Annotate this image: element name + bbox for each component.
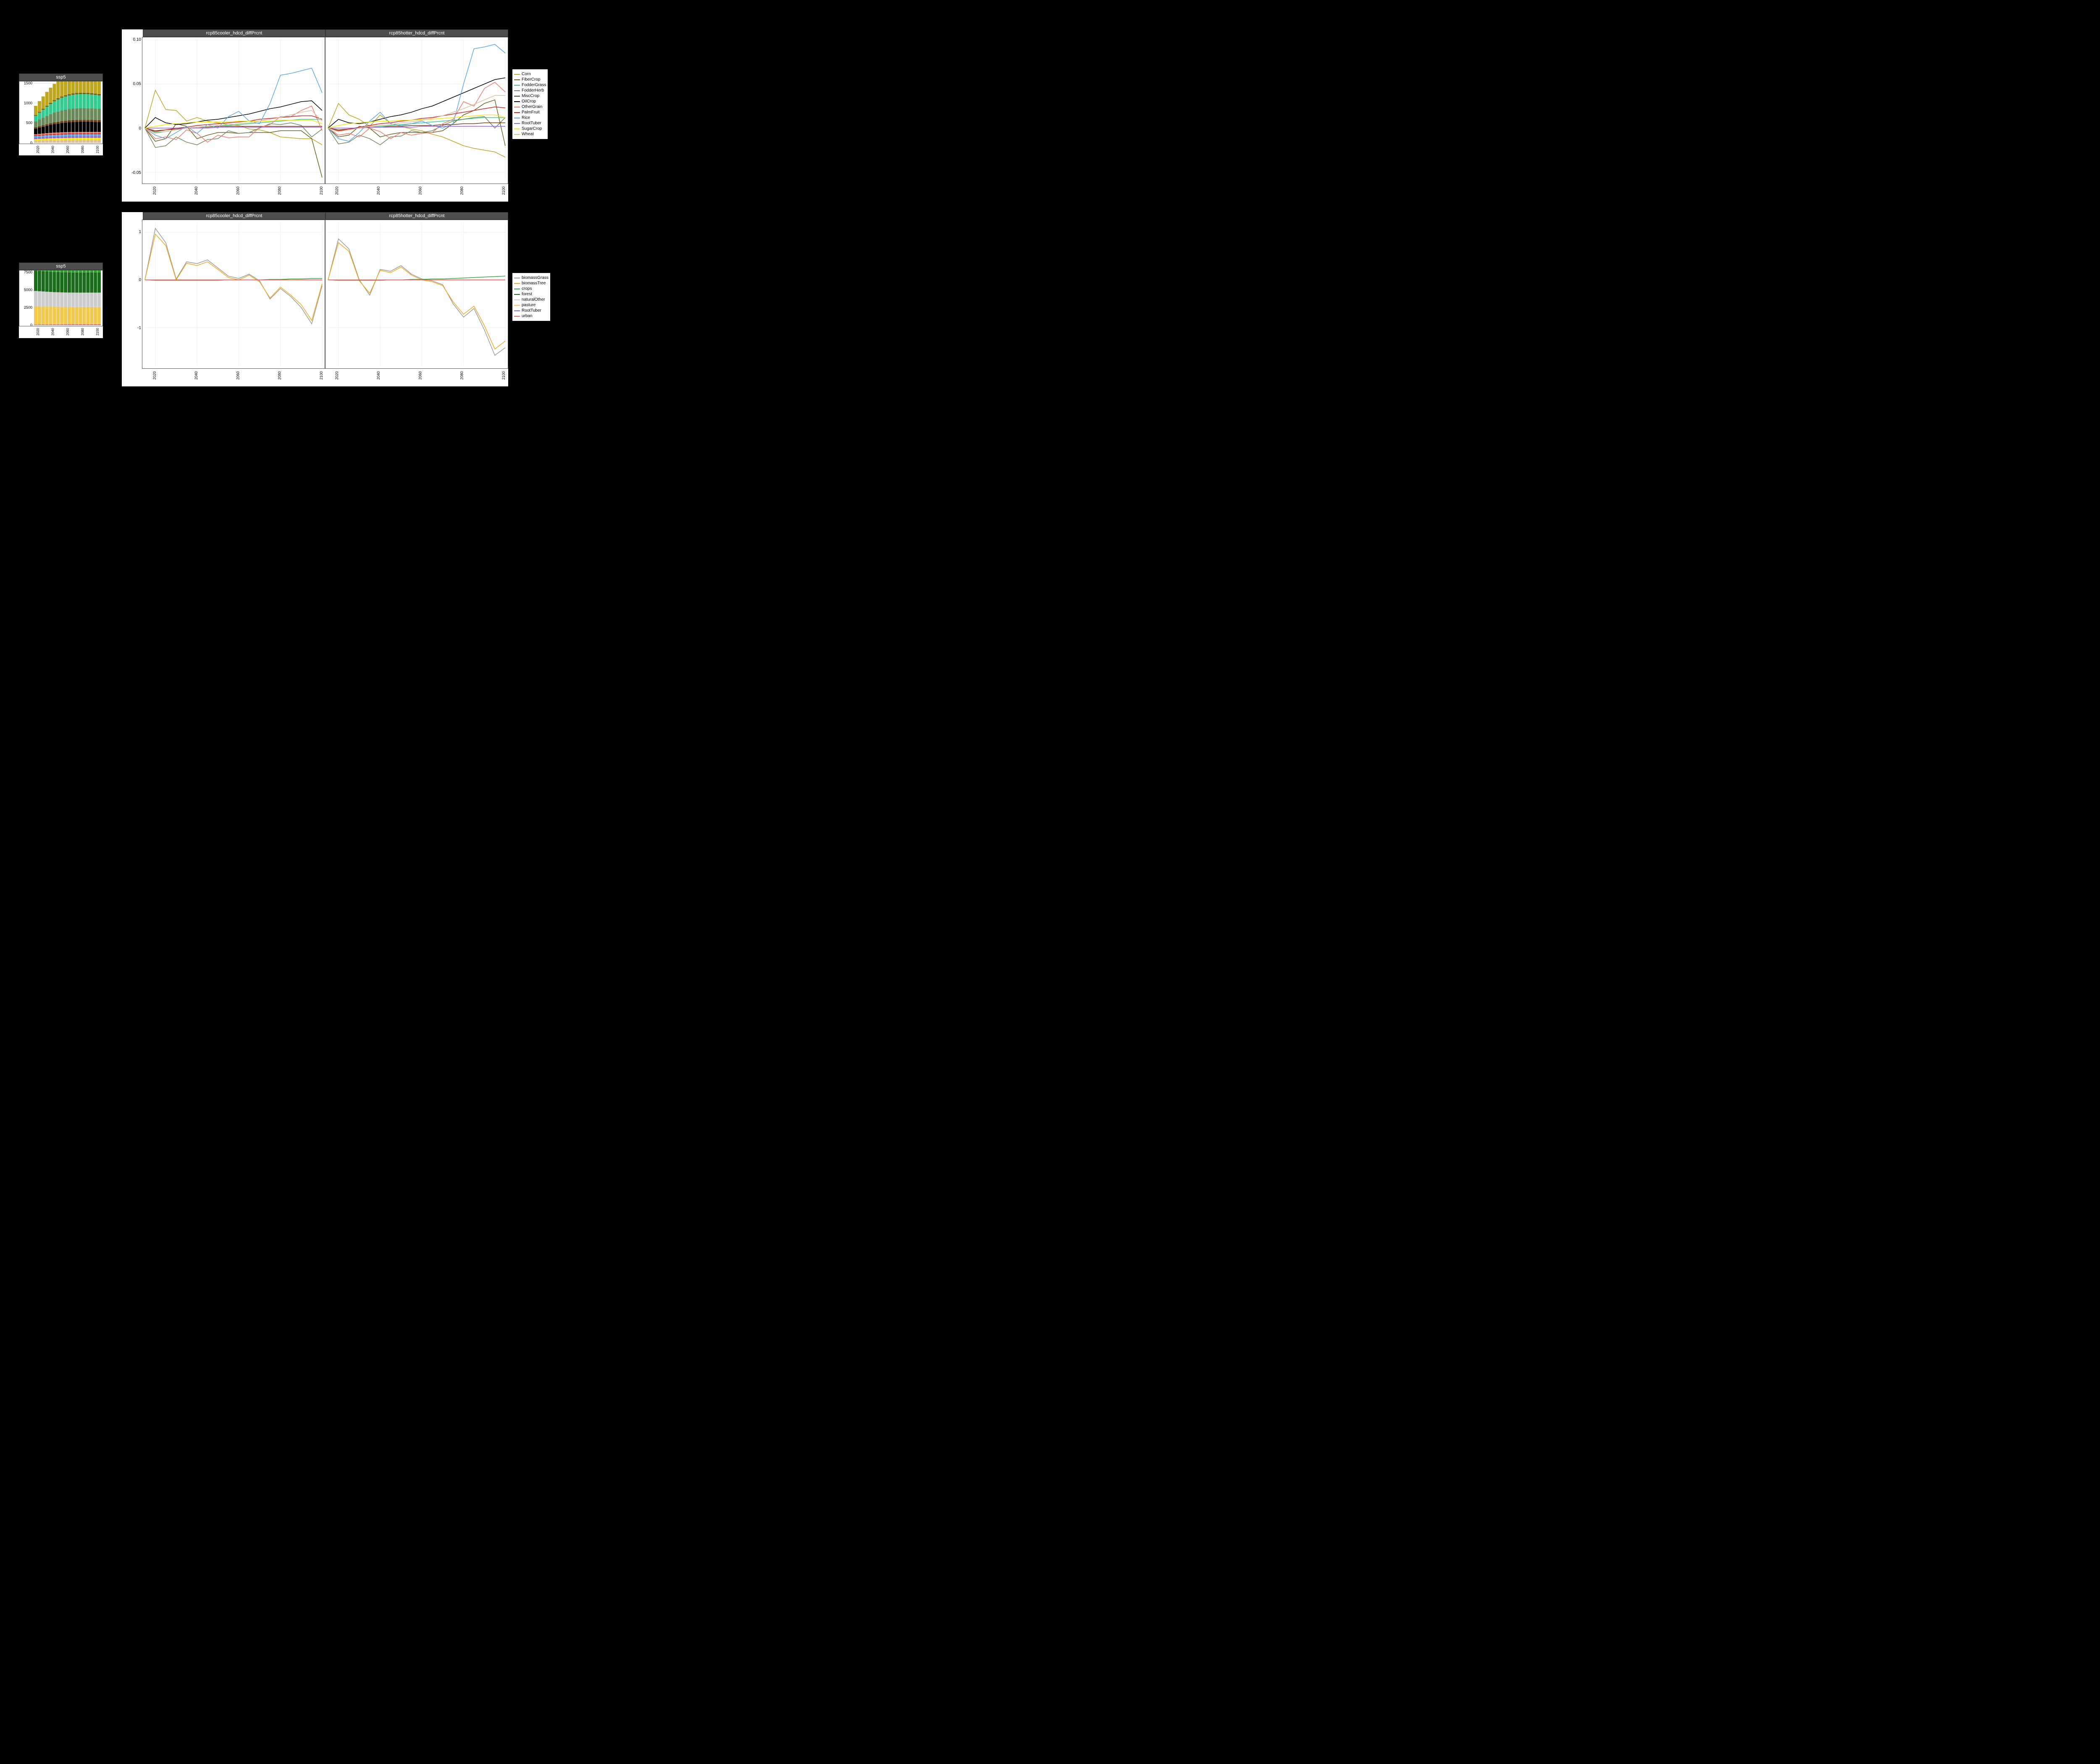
svg-text:2060: 2060 <box>66 145 70 153</box>
panel-landalloc-ssp5: ssp5 0 2500 5000 7500 2020 2040 2060 2080 2100 <box>19 262 103 338</box>
facet-cooler-a: rcp85cooler_hdcd_diffPrcnt <box>143 29 326 37</box>
legend-landalloc: biomassGrassbiomassTreecropsforestnatura… <box>512 273 550 321</box>
figure-canvas: agProdByCrop landAlloc ssp5 050010001500… <box>0 0 560 392</box>
legend-item-OtherGrain: OtherGrain <box>514 105 546 109</box>
legend-item-PalmFruit: PalmFruit <box>514 110 546 115</box>
legend-item-Wheat: Wheat <box>514 132 546 136</box>
svg-text:2100: 2100 <box>501 371 506 380</box>
svg-text:2080: 2080 <box>278 371 282 380</box>
svg-text:1: 1 <box>139 230 141 234</box>
svg-text:2080: 2080 <box>81 328 85 335</box>
svg-text:2040: 2040 <box>51 145 55 153</box>
svg-text:2040: 2040 <box>376 371 381 380</box>
svg-text:0.05: 0.05 <box>133 82 142 87</box>
facet-cooler-b: rcp85cooler_hdcd_diffPrcnt <box>143 212 326 220</box>
chart-landalloc-ssp5: 0 2500 5000 7500 <box>19 270 102 326</box>
svg-text:1000: 1000 <box>24 101 32 105</box>
svg-text:2100: 2100 <box>96 328 100 335</box>
svg-text:2020: 2020 <box>152 371 157 380</box>
svg-text:2020: 2020 <box>152 186 157 195</box>
svg-text:2040: 2040 <box>376 186 381 195</box>
svg-text:-0.05: -0.05 <box>131 171 141 175</box>
svg-text:2020: 2020 <box>335 186 339 195</box>
svg-text:2080: 2080 <box>460 186 464 195</box>
legend-item-Corn: Corn <box>514 72 546 76</box>
chart-landalloc-hotter <box>326 220 508 368</box>
legend-item-biomassTree: biomassTree <box>514 281 549 286</box>
svg-text:2040: 2040 <box>51 328 55 335</box>
chart-agprod-ssp5: 0 500 1000 1500 <box>19 81 102 144</box>
facet-hotter-a: rcp85hotter_hdcd_diffPrcnt <box>326 29 508 37</box>
legend-item-FiberCrop: FiberCrop <box>514 77 546 82</box>
legend-item-RootTuber: RootTuber <box>514 308 549 313</box>
svg-text:2500: 2500 <box>24 305 32 310</box>
svg-text:2080: 2080 <box>460 371 464 380</box>
chart-agprod-cooler <box>142 37 325 184</box>
panel-landalloc-diff: rcp85cooler_hdcd_diffPrcnt rcp85hotter_h… <box>122 212 508 386</box>
svg-text:2020: 2020 <box>36 145 40 153</box>
panel-agprod-diff: rcp85cooler_hdcd_diffPrcnt rcp85hotter_h… <box>122 29 508 202</box>
legend-item-RootTuber: RootTuber <box>514 121 546 126</box>
svg-text:0: 0 <box>139 278 141 282</box>
svg-text:0: 0 <box>139 126 141 131</box>
legend-item-forest: forest <box>514 292 549 297</box>
legend-agprod: CornFiberCropFodderGrassFodderHerbMiscCr… <box>512 69 548 139</box>
svg-text:2020: 2020 <box>335 371 339 380</box>
legend-item-naturalOther: naturalOther <box>514 297 549 302</box>
svg-text:-1: -1 <box>137 326 141 331</box>
svg-text:2080: 2080 <box>278 186 282 195</box>
panel-agprod-ssp5: ssp5 0 500 1000 1500 2020 2040 2060 2080 2100 <box>19 74 103 155</box>
svg-text:0.10: 0.10 <box>133 37 142 42</box>
svg-text:0: 0 <box>30 141 32 144</box>
svg-text:2100: 2100 <box>319 371 323 380</box>
legend-item-FodderHerb: FodderHerb <box>514 88 546 93</box>
svg-text:2060: 2060 <box>418 186 422 195</box>
legend-item-FodderGrass: FodderGrass <box>514 83 546 87</box>
legend-item-pasture: pasture <box>514 303 549 307</box>
facet-ssp5-a: ssp5 <box>19 74 103 81</box>
legend-item-crops: crops <box>514 286 549 291</box>
svg-text:2080: 2080 <box>81 145 85 153</box>
svg-text:2020: 2020 <box>36 328 40 335</box>
chart-agprod-hotter <box>326 37 508 184</box>
legend-item-biomassGrass: biomassGrass <box>514 276 549 280</box>
legend-item-urban: urban <box>514 314 549 318</box>
chart-landalloc-cooler <box>142 220 325 368</box>
svg-text:2040: 2040 <box>194 186 198 195</box>
svg-text:2100: 2100 <box>96 145 100 153</box>
legend-item-Rice: Rice <box>514 116 546 120</box>
facet-ssp5-b: ssp5 <box>19 262 103 270</box>
svg-text:0: 0 <box>30 323 32 326</box>
svg-text:2060: 2060 <box>418 371 422 380</box>
ylabel-landalloc: landAlloc <box>9 311 15 332</box>
svg-text:7500: 7500 <box>24 270 32 274</box>
svg-text:500: 500 <box>26 121 32 125</box>
svg-text:1500: 1500 <box>24 81 32 85</box>
svg-text:5000: 5000 <box>24 288 32 292</box>
svg-text:2100: 2100 <box>319 186 323 195</box>
svg-text:2060: 2060 <box>66 328 70 335</box>
svg-text:2100: 2100 <box>501 186 506 195</box>
svg-text:2040: 2040 <box>194 371 198 380</box>
legend-item-OilCrop: OilCrop <box>514 99 546 104</box>
legend-item-MiscCrop: MiscCrop <box>514 94 546 98</box>
legend-item-SugarCrop: SugarCrop <box>514 126 546 131</box>
svg-text:2060: 2060 <box>236 186 240 195</box>
svg-text:2060: 2060 <box>236 371 240 380</box>
facet-hotter-b: rcp85hotter_hdcd_diffPrcnt <box>326 212 508 220</box>
ylabel-agprod: agProdByCrop <box>9 110 15 143</box>
